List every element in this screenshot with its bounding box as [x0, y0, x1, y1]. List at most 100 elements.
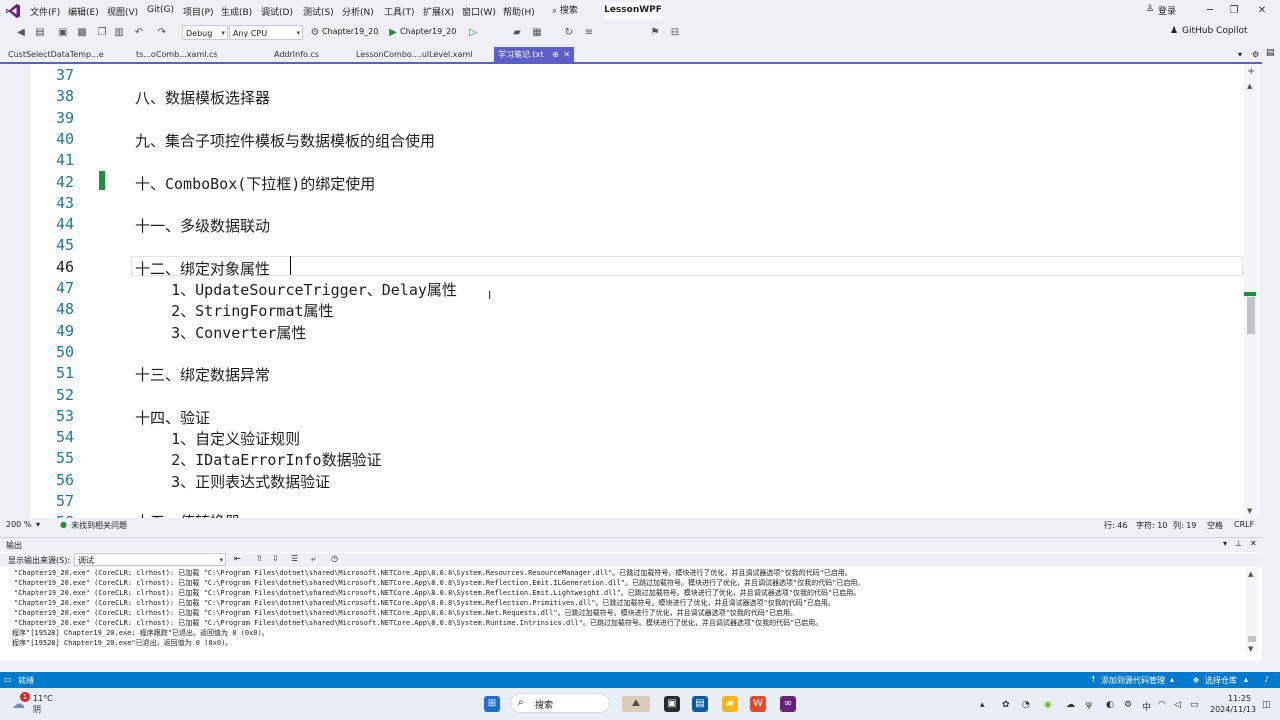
- paste-icon[interactable]: ▥: [112, 26, 126, 40]
- run-target[interactable]: Chapter19_20: [400, 27, 456, 36]
- output-source-select[interactable]: 调试 ▾: [74, 553, 226, 566]
- zoom-level[interactable]: 200 %: [6, 520, 31, 529]
- file-explorer-icon[interactable]: ▰: [722, 696, 738, 712]
- scroll-down-icon[interactable]: ▼: [1248, 645, 1253, 653]
- copy-icon[interactable]: ❐: [95, 26, 109, 40]
- output-scrollbar-thumb[interactable]: [1248, 636, 1256, 642]
- code-line[interactable]: 九、集合子项控件模板与数据模板的组合使用: [135, 130, 435, 151]
- scroll-up-icon[interactable]: ▲: [1248, 570, 1253, 578]
- navigate-back-icon[interactable]: ◀: [14, 26, 28, 40]
- tray-app-icon[interactable]: ✿: [1002, 700, 1010, 710]
- menu-debug[interactable]: 调试(D): [261, 5, 293, 18]
- line-ending-status[interactable]: CRLF: [1234, 520, 1254, 529]
- open-folder-icon[interactable]: ▰: [510, 26, 524, 40]
- menu-project[interactable]: 项目(P): [183, 5, 213, 18]
- code-line[interactable]: 2、StringFormat属性: [135, 300, 333, 321]
- speaker-icon[interactable]: ◁: [1174, 700, 1181, 710]
- word-wrap-icon[interactable]: ⤶: [311, 554, 315, 564]
- maximize-icon[interactable]: ❐: [1226, 3, 1242, 19]
- undo-icon[interactable]: ↶: [132, 26, 146, 40]
- clock-time[interactable]: 11:25: [1228, 694, 1251, 703]
- visual-studio-taskbar-icon[interactable]: ∞: [780, 696, 796, 712]
- chevron-down-icon[interactable]: ▾: [36, 520, 40, 529]
- editor-vertical-scrollbar[interactable]: [1244, 64, 1260, 518]
- code-line[interactable]: 3、Converter属性: [135, 322, 306, 343]
- pin-icon[interactable]: ⊥: [1235, 539, 1242, 548]
- menu-edit[interactable]: 编辑(E): [68, 5, 99, 18]
- weather-temp[interactable]: 11°C: [33, 694, 53, 703]
- tray-media-icon[interactable]: ◔: [1022, 700, 1030, 710]
- platform-select[interactable]: Any CPU ▾: [229, 25, 303, 40]
- nvidia-icon[interactable]: ◉: [1044, 700, 1052, 710]
- whitespace-status[interactable]: 空格: [1207, 520, 1223, 531]
- menu-extensions[interactable]: 扩展(X): [423, 5, 454, 18]
- notifications-icon[interactable]: ♪: [1264, 675, 1269, 684]
- new-item-icon[interactable]: ▤: [33, 26, 47, 40]
- menu-test[interactable]: 测试(S): [303, 5, 334, 18]
- run-without-debug-icon[interactable]: ▷: [466, 26, 480, 40]
- menu-build[interactable]: 生成(B): [221, 5, 252, 18]
- menu-analyze[interactable]: 分析(N): [342, 5, 374, 18]
- save-all-icon[interactable]: ▩: [75, 26, 89, 40]
- code-line[interactable]: 1、自定义验证规则: [135, 428, 300, 449]
- usb-icon[interactable]: ψ: [1086, 700, 1092, 710]
- task-view-icon[interactable]: ▣: [664, 696, 680, 712]
- tray-overflow-icon[interactable]: ▴: [980, 700, 985, 710]
- code-line[interactable]: 十一、多级数据联动: [135, 215, 270, 236]
- microphone-icon[interactable]: ◐: [1106, 700, 1114, 710]
- battery-icon[interactable]: ▭: [1190, 700, 1199, 710]
- weather-desc[interactable]: 阴: [33, 704, 41, 715]
- issues-status[interactable]: 未找到相关问题: [71, 520, 127, 531]
- scroll-up-icon[interactable]: ▲: [1247, 82, 1252, 90]
- run-icon[interactable]: ▶: [386, 26, 400, 40]
- tab-combo-xaml-cs[interactable]: ts...oComb...xaml.cs: [132, 47, 266, 62]
- tab-overflow-icon[interactable]: ▾: [1238, 50, 1242, 59]
- clock-date[interactable]: 2024/11/13: [1210, 705, 1256, 714]
- scroll-down-icon[interactable]: ▼: [1247, 507, 1252, 515]
- visual-studio-logo-icon[interactable]: [5, 3, 21, 19]
- code-line[interactable]: 十四、验证: [135, 407, 210, 428]
- select-repo-button[interactable]: 选择仓库: [1205, 675, 1237, 686]
- tray-cloud-icon[interactable]: ☁: [1066, 700, 1075, 710]
- startup-project[interactable]: Chapter19_20: [322, 27, 378, 36]
- settings-icon[interactable]: ⚙: [1252, 50, 1259, 59]
- next-message-icon[interactable]: ⇩: [272, 554, 279, 563]
- tray-settings-icon[interactable]: ⚙: [1124, 700, 1132, 710]
- ime-indicator[interactable]: 中: [1142, 700, 1151, 713]
- code-line[interactable]: 八、数据模板选择器: [135, 87, 270, 108]
- tab-study-notes[interactable]: 学习笔记.txt ⊕ ✕: [494, 47, 574, 62]
- gear-icon[interactable]: ⚙: [308, 26, 322, 40]
- tab-close-icon[interactable]: ✕: [563, 50, 570, 59]
- notification-center-icon[interactable]: ◫: [1262, 700, 1271, 710]
- column-number-status[interactable]: 列: 19: [1173, 520, 1196, 531]
- copilot-icon[interactable]: ♟: [1170, 26, 1178, 36]
- solution-explorer-icon[interactable]: ▤: [1266, 48, 1275, 58]
- line-number-status[interactable]: 行: 46: [1104, 520, 1127, 531]
- code-line[interactable]: 十、ComboBox(下拉框)的绑定使用: [135, 173, 375, 194]
- panel-close-icon[interactable]: ✕: [1250, 539, 1257, 548]
- layout-icon[interactable]: ▦: [530, 26, 544, 40]
- tab-lesson-combo-xaml[interactable]: LessonCombo....ulLevel.xaml: [352, 47, 492, 62]
- login-button[interactable]: 登录: [1158, 4, 1176, 17]
- menu-help[interactable]: 帮助(H): [503, 5, 535, 18]
- clock-icon[interactable]: ◷: [331, 554, 338, 563]
- code-line[interactable]: 2、IDataErrorInfo数据验证: [135, 449, 381, 470]
- prev-message-icon[interactable]: ⇧: [256, 554, 263, 563]
- wifi-icon[interactable]: ◠: [1158, 700, 1166, 710]
- code-line[interactable]: 3、正则表达式数据验证: [135, 471, 330, 492]
- redo-icon[interactable]: ↷: [155, 26, 169, 40]
- output-window-icon[interactable]: ▭: [4, 675, 12, 684]
- clear-all-icon[interactable]: ☰: [291, 554, 298, 563]
- hot-reload-icon[interactable]: ↻: [562, 26, 576, 40]
- tab-cust-select-data-template[interactable]: CustSelectDataTemp...e: [4, 47, 130, 62]
- scrollbar-thumb[interactable]: [1247, 297, 1255, 334]
- bookmark-icon[interactable]: ⚑: [648, 26, 662, 40]
- store-icon[interactable]: ▤: [692, 696, 708, 712]
- search-highlight-icon[interactable]: ⛰: [622, 696, 650, 712]
- minimize-icon[interactable]: ─: [1202, 3, 1218, 19]
- split-editor-icon[interactable]: +: [1247, 66, 1255, 77]
- code-line[interactable]: 十三、绑定数据异常: [135, 364, 270, 385]
- menu-git[interactable]: Git(G): [147, 5, 174, 15]
- menu-tools[interactable]: 工具(T): [384, 5, 415, 18]
- comment-icon[interactable]: ⊟: [668, 26, 682, 40]
